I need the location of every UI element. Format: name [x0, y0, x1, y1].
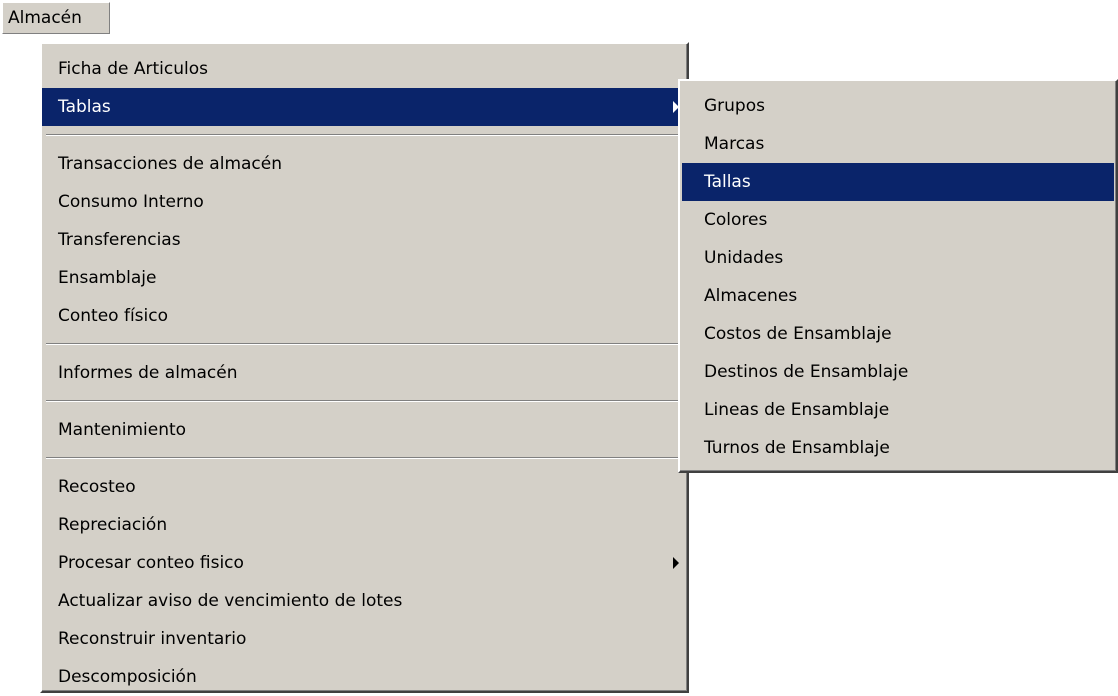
submenu-item-marcas[interactable]: Marcas	[682, 125, 1114, 163]
menu-item-mantenimiento[interactable]: Mantenimiento	[42, 411, 687, 449]
menu-item-label: Transferencias	[58, 230, 181, 250]
menu-separator	[46, 457, 683, 459]
menu-separator	[46, 343, 683, 345]
submenu-item-tallas[interactable]: Tallas	[682, 163, 1114, 201]
submenu-item-turnos[interactable]: Turnos de Ensamblaje	[682, 429, 1114, 467]
menu-item-label: Procesar conteo fisico	[58, 553, 244, 573]
submenu-item-unidades[interactable]: Unidades	[682, 239, 1114, 277]
submenu-item-costos[interactable]: Costos de Ensamblaje	[682, 315, 1114, 353]
menubar-almacen[interactable]: Almacén	[2, 2, 110, 34]
menu-item-label: Consumo Interno	[58, 192, 204, 212]
menu-item-conteo-fisico[interactable]: Conteo físico	[42, 297, 687, 335]
menu-item-label: Tallas	[704, 172, 751, 192]
menu-item-repreciacion[interactable]: Repreciación	[42, 506, 687, 544]
menu-item-label: Transacciones de almacén	[58, 154, 283, 174]
menu-item-label: Almacenes	[704, 286, 798, 306]
menu-item-tablas[interactable]: Tablas	[42, 88, 687, 126]
menu-item-label: Unidades	[704, 248, 784, 268]
menu-item-ficha-articulos[interactable]: Ficha de Articulos	[42, 50, 687, 88]
submenu-item-grupos[interactable]: Grupos	[682, 87, 1114, 125]
submenu-item-almacenes[interactable]: Almacenes	[682, 277, 1114, 315]
menu-item-label: Descomposición	[58, 667, 197, 687]
menu-item-label: Reconstruir inventario	[58, 629, 247, 649]
submenu-item-destinos[interactable]: Destinos de Ensamblaje	[682, 353, 1114, 391]
menu-item-transacciones[interactable]: Transacciones de almacén	[42, 145, 687, 183]
menu-item-label: Conteo físico	[58, 306, 169, 326]
menu-item-descomposicion[interactable]: Descomposición	[42, 658, 687, 696]
menu-item-label: Mantenimiento	[58, 420, 187, 440]
menu-item-label: Destinos de Ensamblaje	[704, 362, 909, 382]
menu-separator	[46, 134, 683, 136]
almacen-menu: Ficha de Articulos Tablas Transacciones …	[40, 42, 689, 693]
menu-item-label: Informes de almacén	[58, 363, 238, 383]
menu-item-label: Grupos	[704, 96, 765, 116]
menu-item-label: Actualizar aviso de vencimiento de lotes	[58, 591, 403, 611]
menu-item-ensamblaje[interactable]: Ensamblaje	[42, 259, 687, 297]
menu-item-recosteo[interactable]: Recosteo	[42, 468, 687, 506]
submenu-item-lineas[interactable]: Lineas de Ensamblaje	[682, 391, 1114, 429]
menu-item-label: Lineas de Ensamblaje	[704, 400, 890, 420]
menu-item-label: Ficha de Articulos	[58, 59, 208, 79]
menu-separator	[46, 400, 683, 402]
menu-item-label: Ensamblaje	[58, 268, 157, 288]
menu-item-label: Repreciación	[58, 515, 168, 535]
menu-item-label: Turnos de Ensamblaje	[704, 438, 890, 458]
menu-item-reconstruir[interactable]: Reconstruir inventario	[42, 620, 687, 658]
menu-item-informes[interactable]: Informes de almacén	[42, 354, 687, 392]
tablas-submenu: Grupos Marcas Tallas Colores Unidades Al…	[678, 79, 1118, 473]
menu-item-label: Marcas	[704, 134, 765, 154]
submenu-arrow-icon	[673, 557, 679, 569]
menu-item-procesar-conteo[interactable]: Procesar conteo fisico	[42, 544, 687, 582]
menu-item-consumo-interno[interactable]: Consumo Interno	[42, 183, 687, 221]
menu-item-label: Recosteo	[58, 477, 136, 497]
menu-item-label: Colores	[704, 210, 768, 230]
menu-item-label: Costos de Ensamblaje	[704, 324, 892, 344]
menu-item-label: Tablas	[58, 97, 111, 117]
menu-item-transferencias[interactable]: Transferencias	[42, 221, 687, 259]
menu-item-actualizar-aviso[interactable]: Actualizar aviso de vencimiento de lotes	[42, 582, 687, 620]
submenu-item-colores[interactable]: Colores	[682, 201, 1114, 239]
